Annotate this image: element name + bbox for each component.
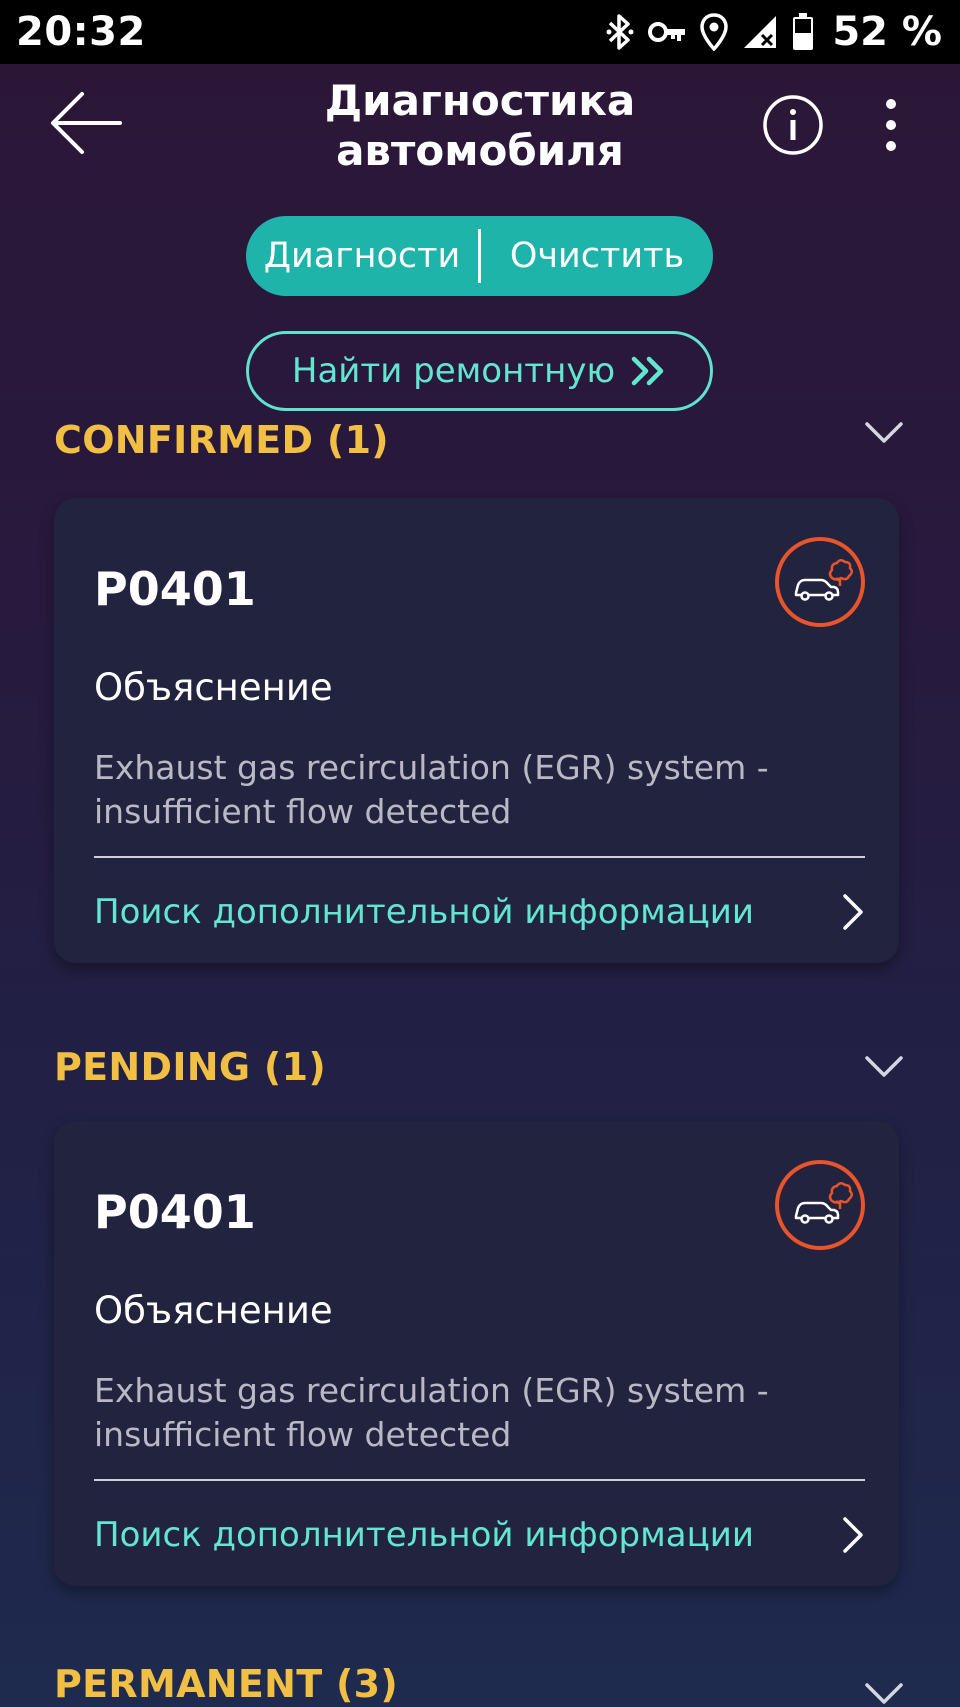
diagnostics-segment-control: Диагности Очистить <box>246 216 713 296</box>
info-icon <box>763 95 823 155</box>
more-info-label: Поиск дополнительной информации <box>94 1515 754 1555</box>
back-button[interactable] <box>48 90 122 156</box>
car-emission-icon <box>774 1159 866 1251</box>
status-bar: 20:32 52 % <box>0 0 960 64</box>
chevron-right-icon <box>843 894 863 930</box>
arrow-left-icon <box>51 92 122 154</box>
section-header-pending[interactable]: PENDING (1) <box>54 1037 906 1097</box>
more-vert-icon <box>886 99 896 151</box>
explanation-label: Объяснение <box>94 666 333 709</box>
signal-icon <box>742 14 778 50</box>
more-info-link[interactable]: Поиск дополнительной информации <box>94 1497 865 1573</box>
double-chevron-right-icon <box>631 356 664 386</box>
diagnostics-tab[interactable]: Диагности <box>246 216 478 296</box>
page-title: Диагностика автомобиля <box>324 76 636 175</box>
section-title: CONFIRMED (1) <box>54 418 389 462</box>
status-time: 20:32 <box>16 9 146 55</box>
dtc-code: P0401 <box>94 562 256 616</box>
status-icons: 52 % <box>606 9 942 55</box>
dtc-code: P0401 <box>94 1185 256 1239</box>
chevron-down-icon <box>865 422 903 443</box>
section-title: PERMANENT (3) <box>54 1662 399 1706</box>
more-info-label: Поиск дополнительной информации <box>94 892 754 932</box>
location-icon <box>700 13 729 51</box>
battery-icon <box>792 13 814 51</box>
dtc-card: P0401 Объяснение Exhaust gas recirculati… <box>54 1121 899 1586</box>
more-info-link[interactable]: Поиск дополнительной информации <box>94 874 865 950</box>
bluetooth-icon <box>606 12 634 52</box>
dtc-description: Exhaust gas recirculation (EGR) system -… <box>94 748 769 831</box>
car-emission-icon <box>774 536 866 628</box>
section-header-confirmed[interactable]: CONFIRMED (1) <box>54 416 906 476</box>
section-header-permanent[interactable]: PERMANENT (3) <box>54 1660 906 1707</box>
vpn-key-icon <box>648 19 686 45</box>
chevron-down-icon <box>865 1056 903 1077</box>
clear-tab[interactable]: Очистить <box>481 216 713 296</box>
dtc-card: P0401 Объяснение Exhaust gas recirculati… <box>54 498 899 963</box>
battery-percent: 52 % <box>832 9 942 55</box>
chevron-right-icon <box>843 1517 863 1553</box>
find-repair-button[interactable]: Найти ремонтную <box>246 331 713 411</box>
dtc-description: Exhaust gas recirculation (EGR) system -… <box>94 1371 769 1454</box>
section-title: PENDING (1) <box>54 1045 326 1089</box>
info-button[interactable] <box>762 94 824 156</box>
chevron-down-icon <box>865 1683 903 1704</box>
explanation-label: Объяснение <box>94 1289 333 1332</box>
overflow-menu-button[interactable] <box>876 94 906 156</box>
card-divider <box>94 1479 865 1481</box>
card-divider <box>94 856 865 858</box>
find-repair-label: Найти ремонтную <box>291 351 616 391</box>
